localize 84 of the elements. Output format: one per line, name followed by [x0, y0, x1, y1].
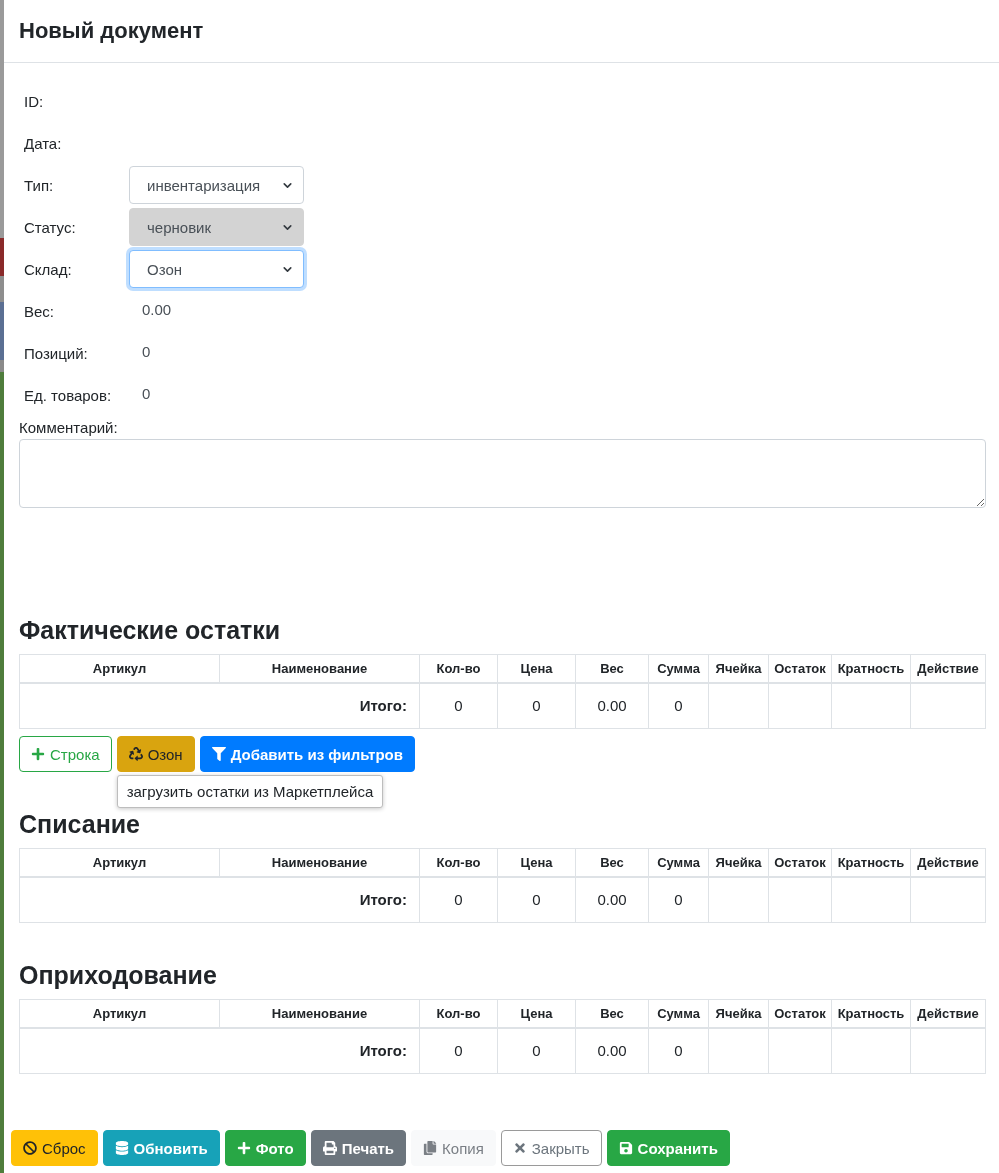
column-header: Сумма — [657, 854, 700, 870]
field-label: Статус: — [24, 218, 77, 236]
total-value: 0.00 — [597, 697, 627, 715]
column-header: Сумма — [657, 660, 700, 676]
column-header: Артикул — [92, 854, 147, 870]
filter-icon — [211, 747, 226, 761]
copy-button[interactable]: Копия — [411, 1130, 496, 1166]
total-label: Итого: — [359, 891, 407, 909]
total-value: 0 — [454, 891, 463, 909]
window-title: Новый документ — [19, 17, 204, 45]
section-heading: Списание — [19, 809, 140, 839]
ban-icon — [23, 1141, 37, 1155]
tooltip: загрузить остатки из Маркетплейса — [116, 775, 384, 808]
plus-icon — [236, 1141, 251, 1155]
column-header: Цена — [520, 1005, 553, 1021]
column-header: Кратность — [837, 660, 905, 676]
column-header: Кратность — [837, 854, 905, 870]
marketplace-button[interactable]: Озон — [116, 736, 195, 772]
column-header: Остаток — [774, 854, 826, 870]
close-icon — [512, 1141, 527, 1155]
column-header: Ячейка — [715, 1005, 762, 1021]
column-header: Сумма — [657, 1005, 700, 1021]
photo-button[interactable]: Фото — [224, 1130, 306, 1166]
column-header: Цена — [520, 854, 553, 870]
field-label: Вес: — [24, 302, 55, 320]
column-header: Наименование — [271, 854, 368, 870]
total-value: 0 — [532, 891, 541, 909]
field-label: Позиций: — [24, 344, 89, 362]
field-label: ID: — [24, 92, 45, 110]
column-header: Ячейка — [715, 854, 762, 870]
copy-icon — [423, 1141, 438, 1155]
column-header: Действие — [917, 854, 979, 870]
total-value: 0 — [674, 697, 683, 715]
column-header: Вес — [600, 1005, 624, 1021]
column-header: Остаток — [774, 660, 826, 676]
total-label: Итого: — [359, 697, 407, 715]
column-header: Артикул — [92, 660, 147, 676]
column-header: Действие — [917, 1005, 979, 1021]
column-header: Вес — [600, 660, 624, 676]
column-header: Кол-во — [436, 660, 481, 676]
field-value: 0 — [141, 342, 151, 360]
column-header: Кол-во — [436, 1005, 481, 1021]
refresh-button[interactable]: Обновить — [102, 1130, 220, 1166]
close-button[interactable]: Закрыть — [500, 1130, 602, 1166]
total-value: 0 — [674, 891, 683, 909]
database-icon — [114, 1141, 129, 1155]
printer-icon — [322, 1141, 337, 1155]
select-field[interactable]: инвентаризация — [129, 166, 304, 204]
save-button[interactable]: Сохранить — [606, 1130, 730, 1166]
total-value: 0 — [454, 1042, 463, 1060]
select-field[interactable]: Озон — [129, 250, 304, 288]
column-header: Кол-во — [436, 854, 481, 870]
total-value: 0 — [532, 697, 541, 715]
total-value: 0.00 — [597, 891, 627, 909]
field-label: Склад: — [24, 260, 73, 278]
column-header: Наименование — [271, 660, 368, 676]
reset-button[interactable]: Сброс — [11, 1130, 98, 1166]
add-row-button[interactable]: Строка — [19, 736, 112, 772]
field-label: Дата: — [24, 134, 63, 152]
total-value: 0 — [532, 1042, 541, 1060]
print-button[interactable]: Печать — [310, 1130, 407, 1166]
plus-icon — [31, 747, 45, 761]
column-header: Ячейка — [715, 660, 762, 676]
section-heading: Оприходование — [19, 960, 217, 990]
column-header: Кратность — [837, 1005, 905, 1021]
field-value: 0 — [141, 384, 151, 402]
field-label: Ед. товаров: — [24, 386, 113, 404]
add-from-filters-button[interactable]: Добавить из фильтров — [199, 736, 415, 772]
column-header: Действие — [917, 660, 979, 676]
total-value: 0 — [674, 1042, 683, 1060]
column-header: Артикул — [92, 1005, 147, 1021]
column-header: Наименование — [271, 1005, 368, 1021]
total-value: 0.00 — [597, 1042, 627, 1060]
total-label: Итого: — [359, 1042, 407, 1060]
total-value: 0 — [454, 697, 463, 715]
field-value: 0.00 — [141, 300, 172, 318]
column-header: Цена — [520, 660, 553, 676]
comment-label: Комментарий: — [19, 418, 119, 438]
column-header: Остаток — [774, 1005, 826, 1021]
field-label: Тип: — [24, 176, 55, 194]
section-heading: Фактические остатки — [19, 615, 281, 645]
column-header: Вес — [600, 854, 624, 870]
comment-field[interactable] — [19, 439, 986, 508]
recycle-icon — [128, 747, 143, 761]
